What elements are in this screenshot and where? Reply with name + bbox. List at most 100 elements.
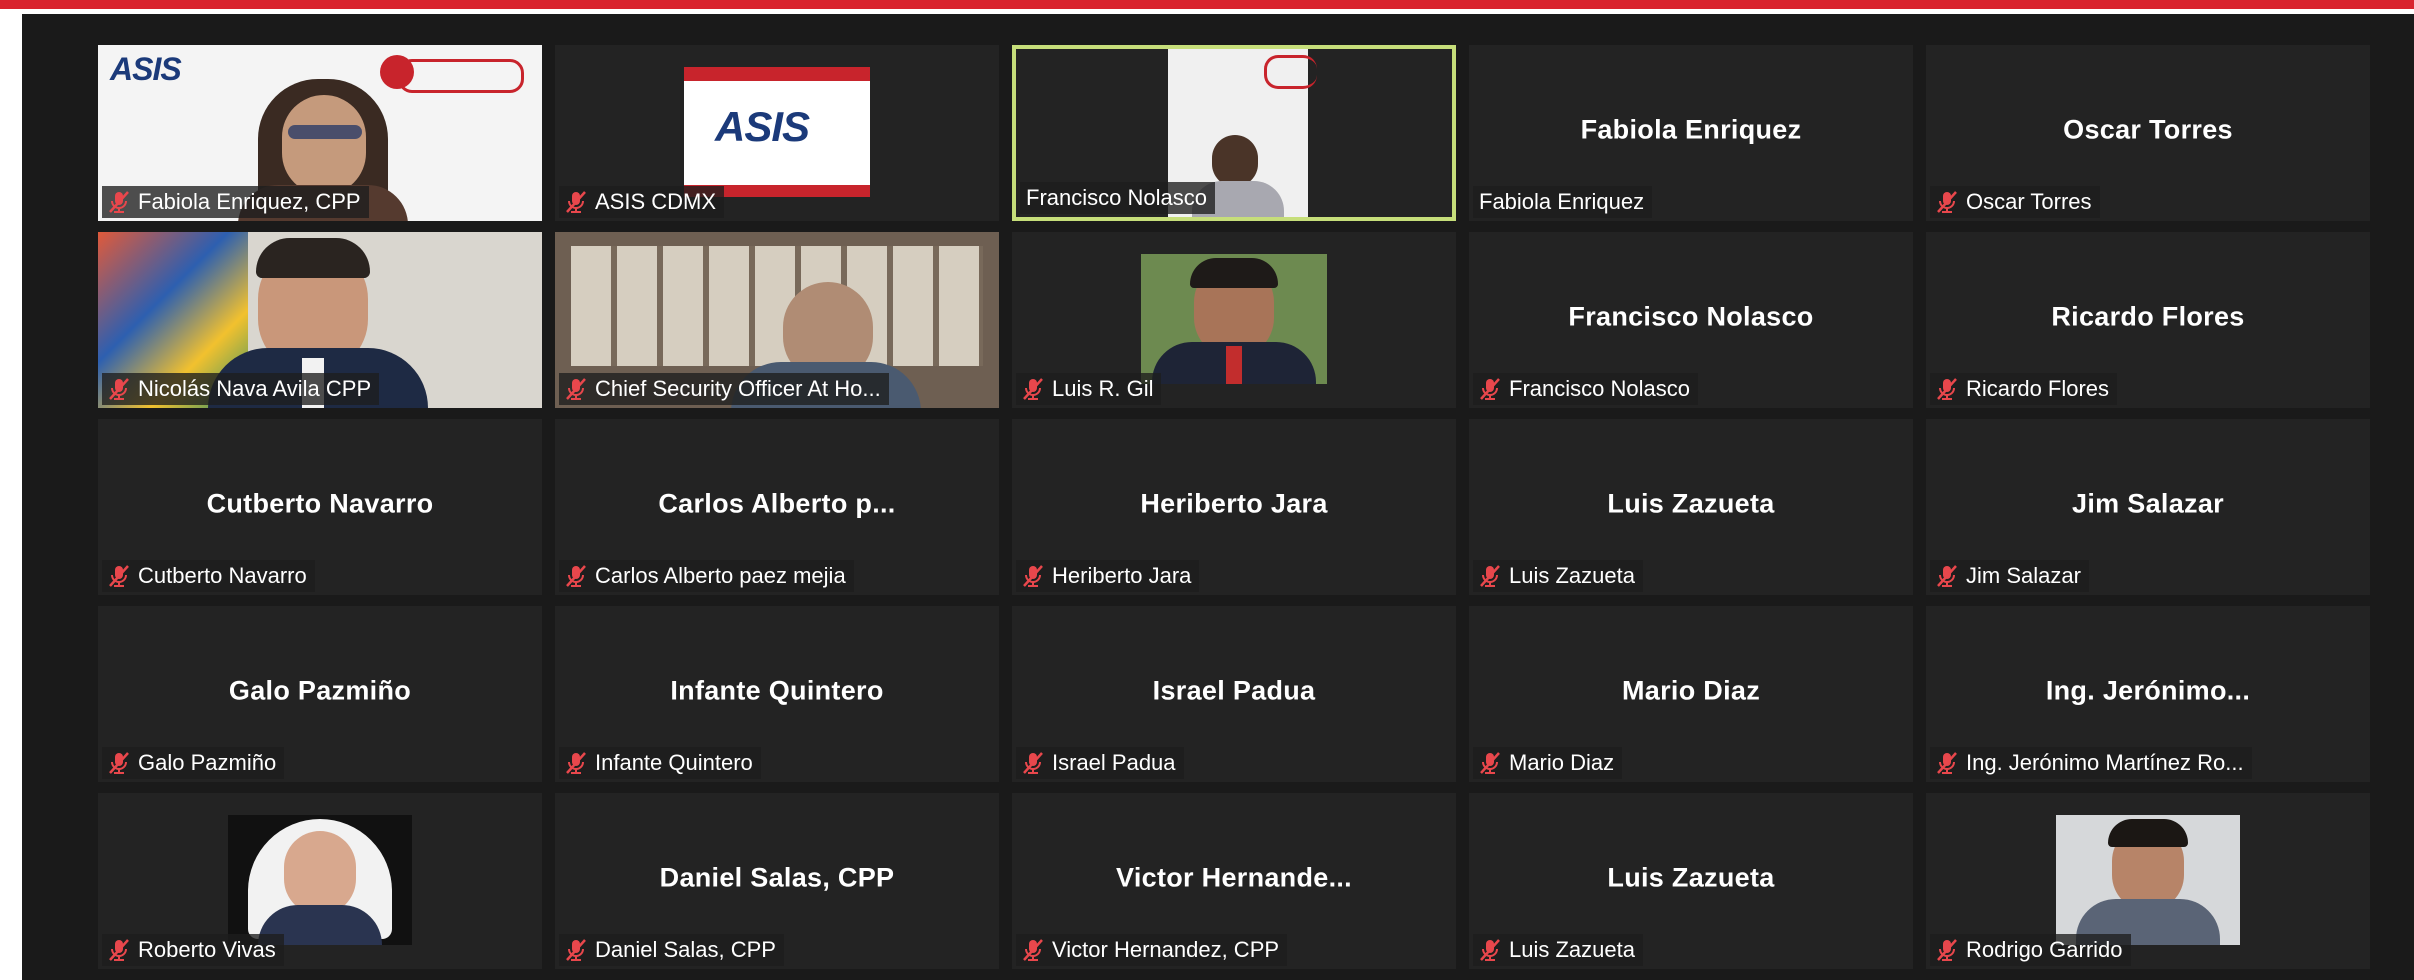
participant-tile[interactable]: Fabiola Enriquez Fabiola Enriquez — [1469, 45, 1913, 221]
participant-tile[interactable]: Oscar Torres Oscar Torres — [1926, 45, 2370, 221]
participant-tile[interactable]: Heriberto Jara Heriberto Jara — [1012, 419, 1456, 595]
participant-tile[interactable]: ASIS ASIS CDMX — [555, 45, 999, 221]
top-accent-bar — [0, 0, 2414, 9]
participant-tile[interactable]: Nicolás Nava Avila CPP — [98, 232, 542, 408]
participant-nameplate: Victor Hernandez, CPP — [1016, 934, 1288, 966]
muted-mic-icon — [566, 752, 586, 774]
participant-nameplate: Luis Zazueta — [1473, 560, 1643, 592]
participant-name-label: Fabiola Enriquez, CPP — [138, 189, 361, 214]
participant-name-label: ASIS CDMX — [595, 189, 717, 214]
participant-tile[interactable]: Chief Security Officer At Ho... — [555, 232, 999, 408]
participant-display-name: Daniel Salas, CPP — [659, 862, 895, 893]
participant-name-label: Francisco Nolasco — [1509, 376, 1690, 401]
participant-display-name: Israel Padua — [1152, 675, 1316, 706]
participant-tile[interactable]: Cutberto Navarro Cutberto Navarro — [98, 419, 542, 595]
asis-logo: ASIS — [715, 103, 810, 150]
participant-name-label: Roberto Vivas — [138, 937, 276, 962]
participant-name-label: Ing. Jerónimo Martínez Ro... — [1966, 750, 2244, 775]
muted-mic-icon — [1023, 752, 1043, 774]
muted-mic-icon — [1480, 378, 1500, 400]
participant-name-label: Luis Zazueta — [1509, 563, 1635, 588]
participant-nameplate: Galo Pazmiño — [102, 747, 285, 779]
participant-name-label: Infante Quintero — [595, 750, 753, 775]
participant-tile[interactable]: Luis Zazueta Luis Zazueta — [1469, 793, 1913, 969]
participant-name-label: Israel Padua — [1052, 750, 1176, 775]
participant-tile[interactable]: Infante Quintero Infante Quintero — [555, 606, 999, 782]
participant-nameplate: Luis R. Gil — [1016, 373, 1162, 405]
participant-name-label: Heriberto Jara — [1052, 563, 1192, 588]
participant-nameplate: Ing. Jerónimo Martínez Ro... — [1930, 747, 2252, 779]
participant-tile[interactable]: Ricardo Flores Ricardo Flores — [1926, 232, 2370, 408]
participant-nameplate: Francisco Nolasco — [1473, 373, 1698, 405]
participant-tile[interactable]: Luis Zazueta Luis Zazueta — [1469, 419, 1913, 595]
muted-mic-icon — [109, 752, 129, 774]
participant-name-label: Luis R. Gil — [1052, 376, 1154, 401]
participant-display-name: Ricardo Flores — [2051, 301, 2245, 332]
participant-tile[interactable]: Carlos Alberto p... Carlos Alberto paez … — [555, 419, 999, 595]
participant-tile[interactable]: Ing. Jerónimo... Ing. Jerónimo Martínez … — [1926, 606, 2370, 782]
participant-nameplate: ASIS CDMX — [559, 186, 725, 218]
muted-mic-icon — [1937, 752, 1957, 774]
participant-tile[interactable]: Luis R. Gil — [1012, 232, 1456, 408]
muted-mic-icon — [1480, 939, 1500, 961]
participant-nameplate: Roberto Vivas — [102, 934, 284, 966]
muted-mic-icon — [1023, 939, 1043, 961]
participant-tile[interactable]: Israel Padua Israel Padua — [1012, 606, 1456, 782]
participant-tile[interactable]: Galo Pazmiño Galo Pazmiño — [98, 606, 542, 782]
participant-display-name: Victor Hernande... — [1116, 862, 1352, 893]
participant-nameplate: Mario Diaz — [1473, 747, 1623, 779]
participant-nameplate: Oscar Torres — [1930, 186, 2100, 218]
participant-tile[interactable]: Victor Hernande... Victor Hernandez, CPP — [1012, 793, 1456, 969]
muted-mic-icon — [1480, 752, 1500, 774]
participant-display-name: Francisco Nolasco — [1568, 301, 1814, 332]
participant-name-label: Cutberto Navarro — [138, 563, 307, 588]
participant-nameplate: Fabiola Enriquez, CPP — [102, 186, 369, 218]
participant-display-name: Galo Pazmiño — [228, 675, 412, 706]
participant-nameplate: Nicolás Nava Avila CPP — [102, 373, 380, 405]
participant-nameplate: Chief Security Officer At Ho... — [559, 373, 889, 405]
participant-tile[interactable]: ASIS Fabiola Enriquez, CPP — [98, 45, 542, 221]
participant-name-label: Mario Diaz — [1509, 750, 1615, 775]
muted-mic-icon — [566, 191, 586, 213]
participant-name-label: Ricardo Flores — [1966, 376, 2110, 401]
participant-nameplate: Carlos Alberto paez mejia — [559, 560, 854, 592]
participant-nameplate: Ricardo Flores — [1930, 373, 2118, 405]
participant-nameplate: Daniel Salas, CPP — [559, 934, 784, 966]
participant-tile[interactable]: Rodrigo Garrido — [1926, 793, 2370, 969]
participant-tile[interactable]: Daniel Salas, CPP Daniel Salas, CPP — [555, 793, 999, 969]
muted-mic-icon — [1023, 378, 1043, 400]
participant-tile[interactable]: Mario Diaz Mario Diaz — [1469, 606, 1913, 782]
muted-mic-icon — [1937, 191, 1957, 213]
participant-name-label: Daniel Salas, CPP — [595, 937, 776, 962]
asis-logo: ASIS — [110, 51, 182, 87]
participant-display-name: Cutberto Navarro — [206, 488, 434, 519]
participant-display-name: Fabiola Enriquez — [1580, 114, 1802, 145]
participant-display-name: Oscar Torres — [2063, 114, 2233, 145]
participant-nameplate: Israel Padua — [1016, 747, 1184, 779]
participant-name-label: Jim Salazar — [1966, 563, 2081, 588]
participant-tile[interactable]: Francisco Nolasco — [1012, 45, 1456, 221]
meeting-gallery-view: ASIS Fabiola Enriquez, CPP ASIS ASIS CDM… — [22, 14, 2414, 980]
muted-mic-icon — [566, 378, 586, 400]
muted-mic-icon — [109, 378, 129, 400]
muted-mic-icon — [566, 939, 586, 961]
participant-name-label: Carlos Alberto paez mejia — [595, 563, 846, 588]
participant-display-name: Luis Zazueta — [1607, 488, 1775, 519]
participant-display-name: Carlos Alberto p... — [658, 488, 896, 519]
participant-display-name: Heriberto Jara — [1140, 488, 1328, 519]
participant-display-name: Jim Salazar — [2072, 488, 2224, 519]
muted-mic-icon — [1023, 565, 1043, 587]
participant-tile[interactable]: Jim Salazar Jim Salazar — [1926, 419, 2370, 595]
participant-tile[interactable]: Roberto Vivas — [98, 793, 542, 969]
participant-tile[interactable]: Francisco Nolasco Francisco Nolasco — [1469, 232, 1913, 408]
muted-mic-icon — [1937, 565, 1957, 587]
participant-name-label: Rodrigo Garrido — [1966, 937, 2123, 962]
muted-mic-icon — [566, 565, 586, 587]
participant-nameplate: Infante Quintero — [559, 747, 761, 779]
participant-grid: ASIS Fabiola Enriquez, CPP ASIS ASIS CDM… — [98, 45, 2370, 969]
muted-mic-icon — [1937, 378, 1957, 400]
muted-mic-icon — [1480, 565, 1500, 587]
participant-name-label: Galo Pazmiño — [138, 750, 277, 775]
participant-display-name: Luis Zazueta — [1607, 862, 1775, 893]
participant-name-label: Luis Zazueta — [1509, 937, 1635, 962]
